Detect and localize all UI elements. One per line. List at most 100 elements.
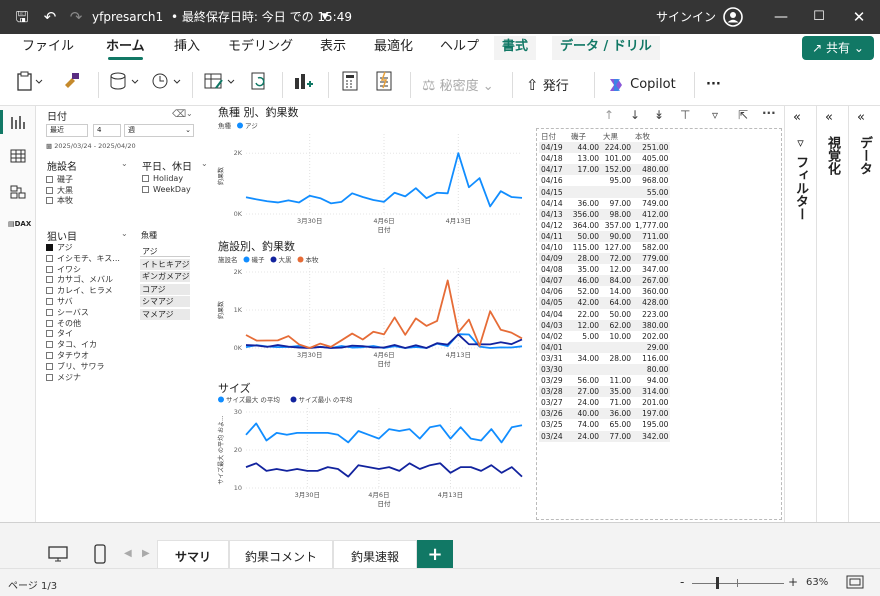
menu-optimize[interactable]: 最適化 [374, 34, 413, 64]
column-header[interactable]: 磯子 [569, 131, 601, 143]
prev-page-icon[interactable]: ◀ [124, 548, 132, 559]
publish-button[interactable]: ⇧ 発行 [526, 70, 569, 100]
chevron-down-icon[interactable]: ⌄ [186, 109, 193, 118]
close-icon[interactable]: ✕ [844, 0, 874, 34]
fish-item[interactable]: マメアジ [140, 308, 190, 320]
target-item[interactable]: タコ、イカ [46, 339, 97, 350]
column-header[interactable]: 大黒 [601, 131, 633, 143]
paste-icon[interactable] [16, 70, 44, 100]
more-options-icon[interactable]: ··· [762, 106, 776, 120]
column-header[interactable]: 本牧 [633, 131, 671, 143]
eraser-icon[interactable]: ⌫ [172, 109, 186, 120]
expand-next-level-icon[interactable]: ↡ [654, 108, 664, 122]
zoom-in-button[interactable]: + [788, 575, 798, 589]
target-item[interactable]: カレイ、ヒラメ [46, 285, 113, 296]
date-unit-select[interactable]: 週 ⌄ [124, 124, 194, 137]
refresh-icon[interactable] [248, 70, 270, 100]
report-view-icon[interactable] [10, 114, 26, 133]
target-item[interactable]: タイ [46, 328, 73, 339]
checkbox[interactable] [46, 276, 53, 284]
maximize-icon[interactable]: ☐ [804, 0, 834, 34]
checkbox[interactable] [46, 308, 53, 316]
fish-item[interactable]: コアジ [140, 283, 190, 295]
matrix-visual[interactable]: 日付 磯子 大黒 本牧 04/19 44.00 224.00 251.00 04/18 13.00… [536, 128, 782, 520]
focus-mode-icon[interactable]: ⇱ [738, 108, 748, 122]
chevron-down-icon[interactable]: ▼ [318, 0, 332, 34]
chevron-down-icon[interactable]: ⌄ [201, 159, 208, 168]
target-item[interactable]: カサゴ、メバル [46, 274, 113, 285]
minimize-icon[interactable]: — [766, 0, 796, 34]
facility-item[interactable]: 本牧 [46, 195, 73, 206]
format-painter-icon[interactable] [62, 70, 82, 100]
checkbox[interactable] [46, 362, 53, 370]
target-item[interactable]: タチウオ [46, 350, 89, 361]
facility-item[interactable]: 磯子 [46, 174, 73, 185]
data-source-icon[interactable] [108, 70, 142, 100]
fish-item[interactable]: ギンガメアジ [140, 271, 190, 282]
zoom-slider[interactable] [692, 583, 784, 584]
collapse-icon[interactable]: « [793, 110, 801, 125]
signin-button[interactable]: サインイン [656, 0, 716, 34]
checkbox[interactable] [46, 265, 53, 273]
more-options-button[interactable]: ··· [706, 70, 721, 100]
drill-down-icon[interactable]: ↓ [630, 108, 640, 122]
checkbox[interactable] [46, 186, 53, 194]
chevron-down-icon[interactable]: ⌄ [121, 229, 128, 238]
table-view-icon[interactable] [10, 148, 26, 167]
size-chart[interactable]: サイズサイズ最大 の平均 サイズ最小 の平均 10 20 30 3月30日 4月6日 4月13… [212, 378, 532, 514]
weekday-item[interactable]: WeekDay [142, 185, 191, 194]
redo-icon[interactable]: ↷ [64, 0, 88, 34]
dax-query-icon[interactable]: ▤DAX [8, 220, 31, 228]
transform-data-icon[interactable] [202, 70, 238, 100]
mobile-view-icon[interactable] [93, 544, 107, 567]
copilot-button[interactable]: Copilot [606, 70, 676, 100]
checkbox[interactable] [46, 197, 53, 204]
data-pane-label[interactable]: データ [855, 136, 874, 175]
undo-icon[interactable]: ↶ [38, 0, 62, 34]
fish-item[interactable]: イトヒキアジ [140, 258, 190, 270]
quick-measure-icon[interactable] [374, 70, 394, 100]
fish-catch-chart[interactable]: 魚種 別、釣果数魚種 アジ 0K 2K 3月30日 4月6日 4月13日日付 釣果数 [212, 104, 532, 240]
filter-icon[interactable]: ▿ [712, 108, 718, 122]
visualize-pane-label[interactable]: 視覚化 [823, 136, 842, 175]
checkbox[interactable] [46, 319, 53, 327]
checkbox[interactable] [46, 287, 53, 295]
avatar[interactable] [722, 0, 744, 34]
checkbox[interactable] [142, 175, 149, 182]
menu-data-drill[interactable]: データ / ドリル [552, 36, 660, 60]
next-page-icon[interactable]: ▶ [142, 548, 150, 559]
fish-item[interactable]: アジ [140, 246, 190, 257]
save-icon[interactable]: 🖫 [10, 0, 34, 34]
new-measure-icon[interactable] [340, 70, 360, 100]
collapse-icon[interactable]: « [857, 110, 865, 125]
date-count-input[interactable]: 4 [93, 124, 121, 137]
expand-hierarchy-icon[interactable]: ⊤ [680, 108, 690, 122]
target-item[interactable]: サバ [46, 296, 73, 307]
new-visual-icon[interactable] [292, 70, 314, 100]
target-item[interactable]: アジ [46, 242, 73, 253]
drill-up-icon[interactable]: ↑ [604, 108, 614, 122]
zoom-slider-thumb[interactable] [716, 577, 719, 589]
target-item[interactable]: その他 [46, 318, 81, 329]
filter-pane-label[interactable]: ▿ フィルター [791, 136, 810, 221]
zoom-out-button[interactable]: - [680, 575, 684, 589]
checkbox[interactable] [46, 330, 53, 338]
date-mode-select[interactable]: 最近 [46, 124, 88, 137]
share-button[interactable]: ↗ 共有 ⌄ [802, 36, 874, 60]
menu-insert[interactable]: 挿入 [174, 34, 200, 64]
facility-catch-chart[interactable]: 施設別、釣果数施設名 磯子 大黒 本牧 0K 1K 2K 3月30日 4月6日 4月13日日付 釣果… [212, 238, 532, 374]
checkbox[interactable] [46, 298, 53, 305]
desktop-view-icon[interactable] [48, 545, 68, 566]
checkbox[interactable] [46, 373, 53, 381]
checkbox[interactable] [46, 341, 53, 349]
target-item[interactable]: イシモチ、キス... [46, 253, 120, 264]
target-item[interactable]: シーバス [46, 307, 89, 318]
target-item[interactable]: ブリ、サワラ [46, 361, 105, 372]
fish-item[interactable]: シマアジ [140, 296, 190, 307]
checkbox[interactable] [142, 185, 149, 193]
checkbox[interactable] [46, 352, 53, 359]
column-header[interactable]: 日付 [539, 131, 569, 143]
weekday-item[interactable]: Holiday [142, 174, 183, 183]
chevron-down-icon[interactable]: ⌄ [121, 159, 128, 168]
checkbox[interactable] [46, 244, 53, 251]
